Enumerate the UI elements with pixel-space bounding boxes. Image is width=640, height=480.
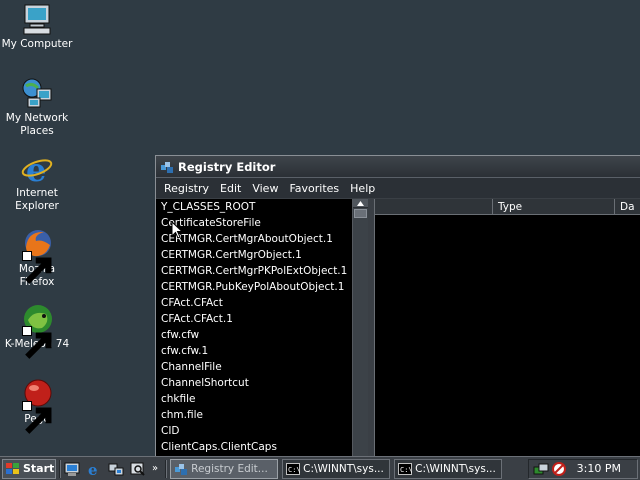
antivirus-tray-icon[interactable] — [551, 461, 567, 476]
values-list-header: Type Da — [375, 199, 640, 215]
values-list-pane[interactable]: Type Da — [374, 199, 640, 456]
scroll-thumb[interactable] — [354, 209, 368, 218]
window-panes: Y_CLASSES_ROOT CertificateStoreFile CERT… — [156, 199, 640, 456]
start-label: Start — [23, 462, 55, 475]
tree-item[interactable]: ChannelFile — [156, 359, 368, 375]
tree-item[interactable]: CFAct.CFAct.1 — [156, 311, 368, 327]
desktop-icon-internet-explorer[interactable]: e Internet Explorer — [0, 151, 74, 213]
desktop-icon-k-meleon[interactable]: K-Meleon 74 — [0, 302, 74, 359]
up-arrow-icon — [357, 200, 365, 206]
menu-help[interactable]: Help — [346, 182, 379, 195]
network-places-icon — [20, 76, 54, 110]
windows-logo-icon — [6, 462, 19, 474]
command-prompt-icon: C:\ — [286, 462, 301, 475]
quicklaunch-network-icon[interactable] — [108, 461, 124, 477]
tree-vertical-scrollbar[interactable] — [352, 199, 369, 456]
svg-text:e: e — [88, 461, 98, 477]
registry-editor-icon — [160, 160, 174, 174]
quicklaunch-chevron[interactable]: » — [152, 463, 158, 474]
tree-item[interactable]: CFAct.CFAct — [156, 295, 368, 311]
tree-item[interactable]: ClientCaps.ClientCaps — [156, 439, 368, 455]
tree-item[interactable]: chm.file — [156, 407, 368, 423]
task-registry-editor[interactable]: Registry Edit... — [170, 458, 279, 479]
shortcut-arrow-icon — [22, 401, 52, 434]
svg-text:e: e — [26, 151, 46, 185]
network-tray-icon[interactable] — [533, 462, 549, 476]
desktop-icon-label-line2: Places — [20, 125, 54, 137]
desktop-icon-mozilla-firefox[interactable]: Mozilla Firefox — [0, 227, 74, 289]
registry-editor-icon — [175, 463, 188, 475]
menu-bar: Registry Edit View Favorites Help — [156, 178, 640, 198]
column-header-type[interactable]: Type — [493, 199, 615, 214]
command-prompt-icon: C:\ — [398, 462, 413, 475]
tree-item[interactable]: CERTMGR.PubKeyPolAboutObject.1 — [156, 279, 368, 295]
column-header-data[interactable]: Da — [615, 199, 640, 214]
menu-view[interactable]: View — [248, 182, 282, 195]
desktop-icon-label: My Network — [5, 112, 69, 124]
scroll-up-button[interactable] — [353, 199, 369, 208]
system-tray: 3:10 PM — [528, 458, 638, 479]
svg-text:C:\: C:\ — [400, 466, 412, 474]
column-header-name[interactable] — [375, 199, 493, 214]
tree-item[interactable]: CERTMGR.CertMgrAboutObject.1 — [156, 231, 368, 247]
key-tree-pane[interactable]: Y_CLASSES_ROOT CertificateStoreFile CERT… — [156, 199, 369, 456]
shortcut-arrow-icon — [22, 251, 52, 284]
key-tree-list: Y_CLASSES_ROOT CertificateStoreFile CERT… — [156, 199, 368, 455]
tree-item[interactable]: CERTMGR.CertMgrPKPolExtObject.1 — [156, 263, 368, 279]
tree-item[interactable]: cfw.cfw — [156, 327, 368, 343]
shortcut-arrow-icon — [22, 326, 52, 359]
clock[interactable]: 3:10 PM — [577, 462, 621, 475]
menu-edit[interactable]: Edit — [216, 182, 245, 195]
quicklaunch-internet-explorer-icon[interactable]: e — [86, 461, 102, 477]
tree-item[interactable]: chkfile — [156, 391, 368, 407]
k-meleon-icon — [20, 302, 54, 359]
window-title: Registry Editor — [178, 159, 276, 174]
desktop-icon-my-computer[interactable]: My Computer — [0, 2, 74, 51]
firefox-icon — [20, 227, 54, 284]
tree-item[interactable]: ChannelShortcut — [156, 375, 368, 391]
quicklaunch-search-icon[interactable] — [130, 461, 146, 477]
mouse-cursor-icon — [171, 221, 183, 239]
desktop-icon-label-line2: Explorer — [15, 200, 59, 212]
tree-item[interactable]: cfw.cfw.1 — [156, 343, 368, 359]
task-label: Registry Edit... — [191, 462, 268, 475]
menu-favorites[interactable]: Favorites — [285, 182, 343, 195]
task-command-prompt-1[interactable]: C:\ C:\WINNT\sys... — [282, 458, 391, 479]
taskbar-separator — [59, 459, 61, 478]
task-label: C:\WINNT\sys... — [415, 462, 496, 475]
desktop-icon-label: Internet — [16, 187, 58, 199]
start-button[interactable]: Start — [2, 458, 56, 479]
svg-text:C:\: C:\ — [288, 466, 300, 474]
pego-icon — [20, 377, 54, 434]
internet-explorer-icon: e — [20, 151, 54, 185]
task-label: C:\WINNT\sys... — [303, 462, 384, 475]
registry-editor-window[interactable]: Registry Editor Registry Edit View Favor… — [155, 155, 640, 457]
desktop-icon-label: My Computer — [1, 38, 73, 50]
quicklaunch-show-desktop-icon[interactable] — [64, 461, 80, 477]
tree-item[interactable]: CertificateStoreFile — [156, 215, 368, 231]
tree-item[interactable]: Y_CLASSES_ROOT — [156, 199, 368, 215]
menu-registry[interactable]: Registry — [160, 182, 213, 195]
taskbar-separator — [165, 459, 168, 478]
task-command-prompt-2[interactable]: C:\ C:\WINNT\sys... — [394, 458, 503, 479]
desktop-icon-pego[interactable]: Pego — [0, 377, 74, 434]
my-computer-icon — [20, 2, 54, 36]
tree-item[interactable]: CID — [156, 423, 368, 439]
tree-item[interactable]: CERTMGR.CertMgrObject.1 — [156, 247, 368, 263]
desktop-icon-my-network-places[interactable]: My Network Places — [0, 76, 74, 138]
window-titlebar[interactable]: Registry Editor — [156, 156, 640, 178]
taskbar: Start e » Registry Edit... C:\ C:\WINNT\… — [0, 456, 640, 480]
